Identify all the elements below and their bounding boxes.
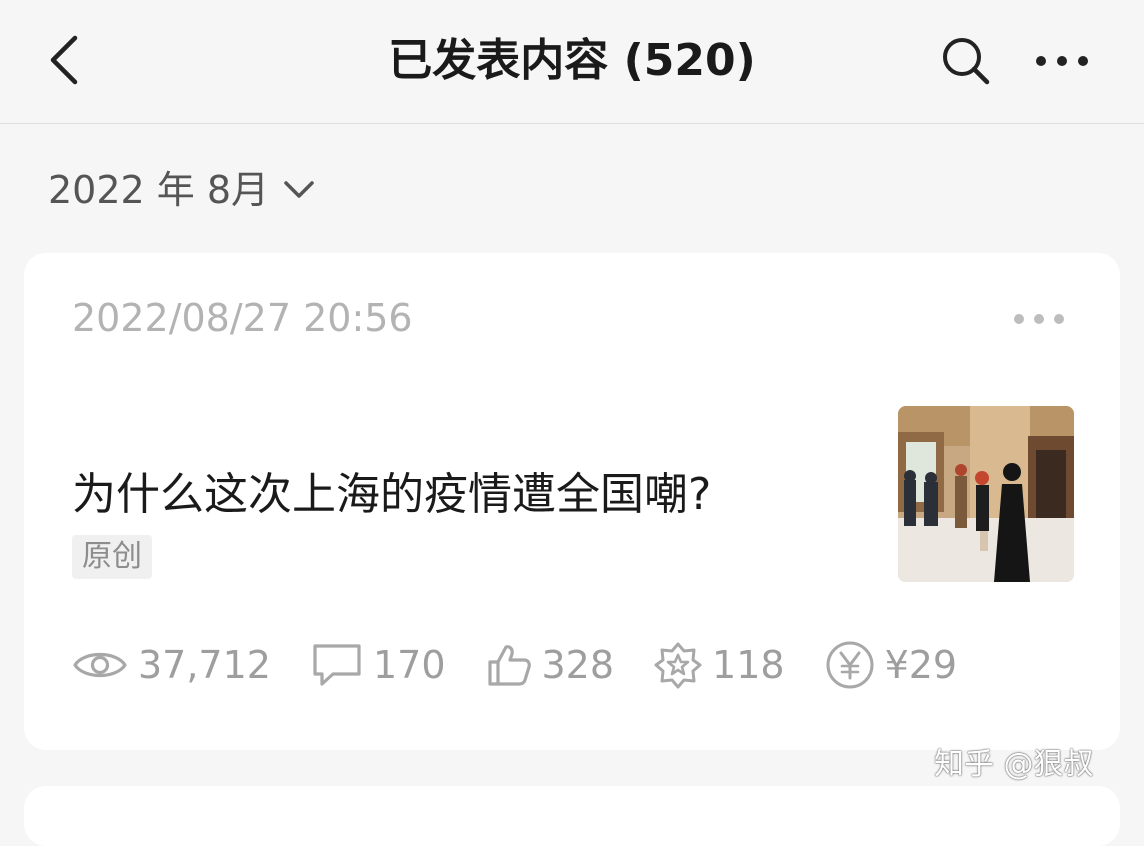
more-horizontal-icon (1014, 314, 1064, 324)
month-filter-dropdown[interactable]: 2022 年 8月 (48, 160, 315, 220)
views-stat: 37,712 (72, 639, 271, 691)
chevron-down-icon (283, 180, 315, 200)
favorites-count: 118 (712, 643, 785, 687)
yen-circle-icon (825, 640, 875, 690)
favorites-stat[interactable]: 118 (654, 639, 785, 691)
earnings-stat: ¥29 (825, 639, 958, 691)
more-horizontal-icon (1036, 56, 1088, 66)
post-more-button[interactable] (1004, 299, 1074, 339)
search-icon (943, 38, 990, 85)
month-filter-label: 2022 年 8月 (48, 168, 270, 212)
thumbs-up-icon (486, 642, 532, 688)
post-card[interactable]: 2022/08/27 20:56 为什么这次上海的疫情遭全国嘲? 原创 37,7… (24, 253, 1120, 750)
search-button[interactable] (934, 30, 998, 92)
favorite-badge-icon (654, 641, 702, 689)
original-tag: 原创 (72, 535, 152, 579)
eye-icon (72, 646, 128, 684)
post-thumbnail[interactable] (898, 406, 1074, 582)
next-post-card[interactable] (24, 786, 1120, 846)
likes-stat[interactable]: 328 (486, 639, 615, 691)
likes-count: 328 (541, 643, 615, 687)
post-timestamp: 2022/08/27 20:56 (72, 296, 413, 340)
post-stats: 37,712 170 328 118 ¥29 (72, 639, 997, 691)
watermark: 知乎 @狠叔 (934, 747, 1094, 782)
more-options-button[interactable] (1026, 30, 1098, 92)
top-nav-bar: 已发表内容 (520) (0, 0, 1144, 124)
post-title[interactable]: 为什么这次上海的疫情遭全国嘲? (72, 465, 711, 525)
earnings-amount: ¥29 (884, 643, 958, 687)
comments-count: 170 (372, 643, 446, 687)
comments-stat[interactable]: 170 (311, 639, 446, 691)
views-count: 37,712 (138, 643, 271, 687)
comment-icon (311, 642, 363, 688)
